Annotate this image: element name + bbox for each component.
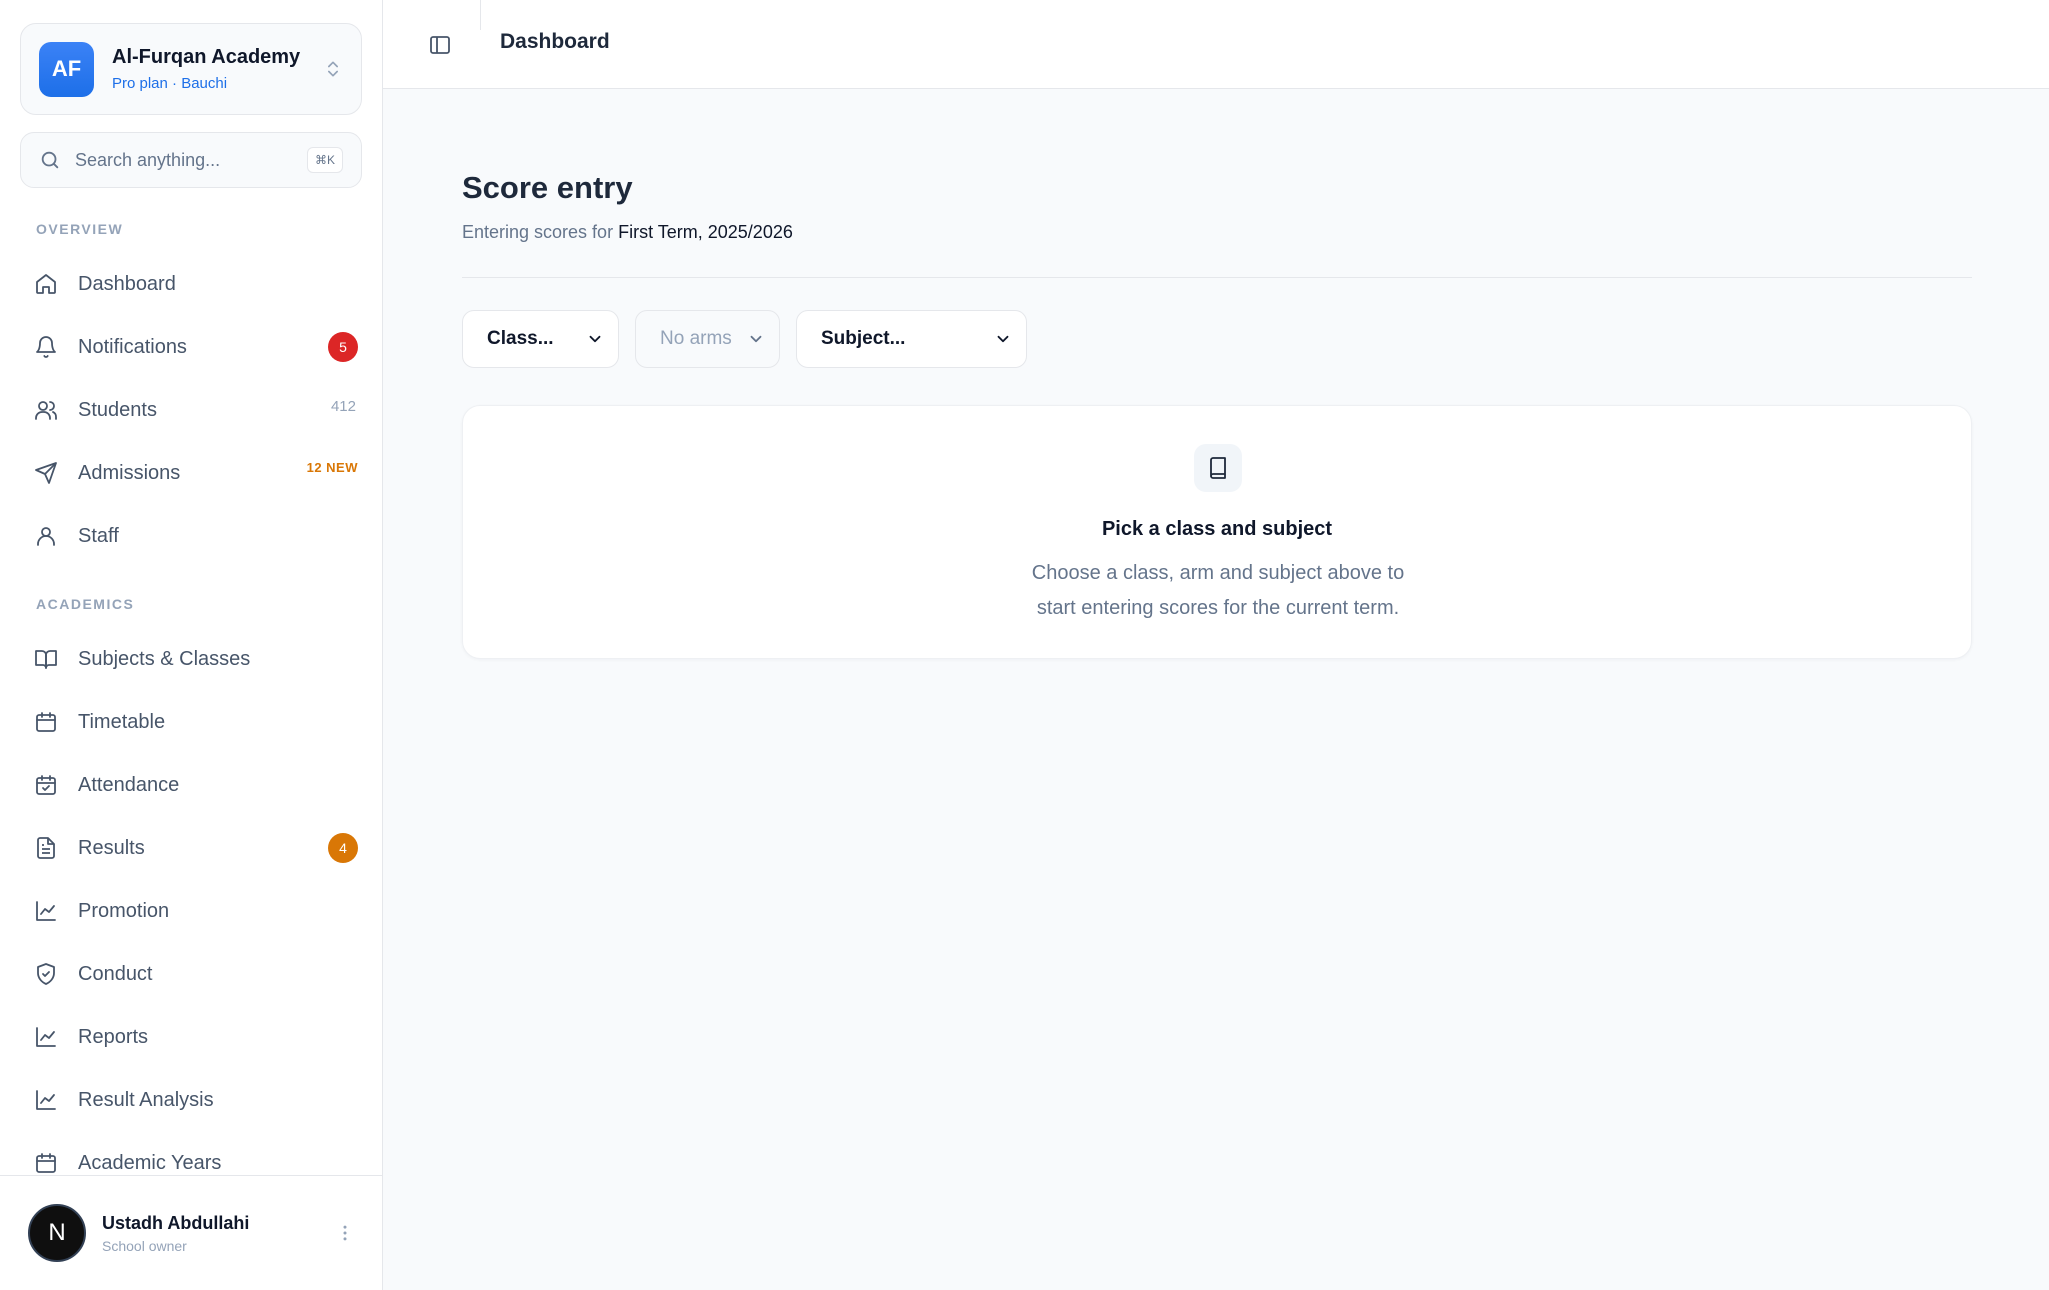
section-label-overview: OVERVIEW bbox=[36, 221, 124, 237]
sidebar-item-label: Notifications bbox=[78, 335, 187, 358]
sidebar-item-label: Staff bbox=[78, 524, 119, 547]
notification-count-badge: 5 bbox=[328, 332, 358, 362]
user-role: School owner bbox=[102, 1237, 187, 1254]
sidebar-item-attendance[interactable]: Attendance bbox=[20, 760, 362, 810]
org-name: Al-Furqan Academy bbox=[112, 46, 301, 68]
sidebar-item-admissions[interactable]: Admissions 12 NEW bbox=[20, 448, 362, 498]
home-icon bbox=[36, 274, 56, 294]
org-logo: AF bbox=[39, 41, 94, 97]
breadcrumb: Dashboard bbox=[500, 30, 610, 53]
results-count-badge: 4 bbox=[328, 833, 358, 863]
sidebar-item-notifications[interactable]: Notifications 5 bbox=[20, 322, 362, 372]
chart-line-icon bbox=[36, 1027, 56, 1047]
sidebar-item-staff[interactable]: Staff bbox=[20, 511, 362, 561]
user-icon bbox=[37, 527, 55, 546]
org-plan: Pro plan · Bauchi bbox=[112, 75, 228, 92]
chevrons-up-down-icon bbox=[328, 61, 338, 77]
sidebar-item-label: Conduct bbox=[78, 962, 153, 985]
avatar: N bbox=[28, 1204, 86, 1262]
book-icon bbox=[1194, 444, 1242, 492]
subject-select[interactable]: Subject... bbox=[796, 310, 1027, 368]
sidebar-item-reports[interactable]: Reports bbox=[20, 1012, 362, 1062]
calendar-icon bbox=[36, 712, 56, 732]
sidebar-item-result-analysis[interactable]: Result Analysis bbox=[20, 1075, 362, 1125]
bell-icon bbox=[36, 336, 56, 358]
sidebar-item-label: Students bbox=[78, 398, 157, 421]
sidebar-item-label: Attendance bbox=[78, 773, 180, 796]
current-term: First Term, 2025/2026 bbox=[618, 222, 793, 242]
class-select-value: Class... bbox=[487, 328, 554, 349]
empty-state-line-2: start entering scores for the current te… bbox=[1036, 597, 1400, 619]
sidebar-item-subjects-classes[interactable]: Subjects & Classes bbox=[20, 634, 362, 684]
subtitle-prefix: Entering scores for bbox=[462, 222, 614, 242]
search-shortcut: ⌘K bbox=[306, 147, 343, 173]
arm-select-value: No arms bbox=[660, 328, 732, 349]
empty-state-title: Pick a class and subject bbox=[1101, 518, 1333, 540]
chevron-down-icon bbox=[589, 335, 601, 343]
users-icon bbox=[35, 401, 57, 420]
empty-state-description: Choose a class, arm and subject above to… bbox=[968, 556, 1468, 626]
sidebar-item-results[interactable]: Results 4 bbox=[20, 823, 362, 873]
sidebar-item-label: Promotion bbox=[78, 899, 170, 922]
shield-check-icon bbox=[37, 963, 55, 985]
empty-state-line-1: Choose a class, arm and subject above to bbox=[1031, 562, 1405, 584]
sidebar-item-students[interactable]: Students 412 bbox=[20, 385, 362, 435]
search-icon bbox=[41, 151, 59, 169]
user-name: Ustadh Abdullahi bbox=[102, 1212, 250, 1233]
calendar-check-icon bbox=[36, 775, 56, 795]
sidebar-item-label: Admissions bbox=[78, 461, 181, 484]
search-placeholder: Search anything... bbox=[75, 149, 221, 170]
sidebar-item-label: Reports bbox=[78, 1025, 149, 1048]
sidebar-item-label: Timetable bbox=[78, 710, 166, 733]
sidebar-item-promotion[interactable]: Promotion bbox=[20, 886, 362, 936]
sidebar-item-label: Dashboard bbox=[78, 272, 176, 295]
section-label-academics: ACADEMICS bbox=[36, 596, 135, 612]
user-menu[interactable]: N Ustadh Abdullahi School owner bbox=[0, 1175, 382, 1290]
page-title: Score entry bbox=[462, 170, 633, 205]
empty-state-card: Pick a class and subject Choose a class,… bbox=[462, 405, 1972, 659]
sidebar-item-conduct[interactable]: Conduct bbox=[20, 949, 362, 999]
sidebar-item-dashboard[interactable]: Dashboard bbox=[20, 259, 362, 309]
search-input[interactable]: Search anything... ⌘K bbox=[20, 132, 362, 188]
students-count: 412 bbox=[330, 397, 356, 415]
class-select[interactable]: Class... bbox=[462, 310, 619, 368]
more-vertical-icon[interactable] bbox=[335, 1221, 355, 1245]
org-switcher[interactable]: AF Al-Furqan Academy Pro plan · Bauchi bbox=[20, 23, 362, 115]
sidebar-toggle-icon[interactable] bbox=[428, 33, 452, 57]
book-open-icon bbox=[35, 650, 57, 669]
subject-select-value: Subject... bbox=[821, 328, 906, 349]
send-icon bbox=[35, 462, 57, 484]
chevron-down-icon bbox=[750, 335, 762, 343]
sidebar-item-label: Results bbox=[78, 836, 145, 859]
sidebar-item-timetable[interactable]: Timetable bbox=[20, 697, 362, 747]
topbar: Dashboard bbox=[383, 0, 2049, 89]
chart-line-icon bbox=[36, 901, 56, 921]
sidebar-item-label: Academic Years bbox=[78, 1151, 222, 1174]
sidebar-item-label: Subjects & Classes bbox=[78, 647, 251, 670]
header-divider bbox=[480, 0, 481, 30]
chart-line-icon bbox=[36, 1090, 56, 1110]
sidebar-item-label: Result Analysis bbox=[78, 1088, 214, 1111]
admissions-new-tag: 12 NEW bbox=[306, 459, 358, 475]
page-subtitle: Entering scores for First Term, 2025/202… bbox=[462, 222, 793, 243]
divider bbox=[462, 277, 1972, 278]
file-text-icon bbox=[37, 837, 55, 859]
arm-select[interactable]: No arms bbox=[635, 310, 780, 368]
calendar-icon bbox=[36, 1153, 56, 1173]
chevron-down-icon bbox=[997, 335, 1009, 343]
sidebar: AF Al-Furqan Academy Pro plan · Bauchi S… bbox=[0, 0, 383, 1290]
